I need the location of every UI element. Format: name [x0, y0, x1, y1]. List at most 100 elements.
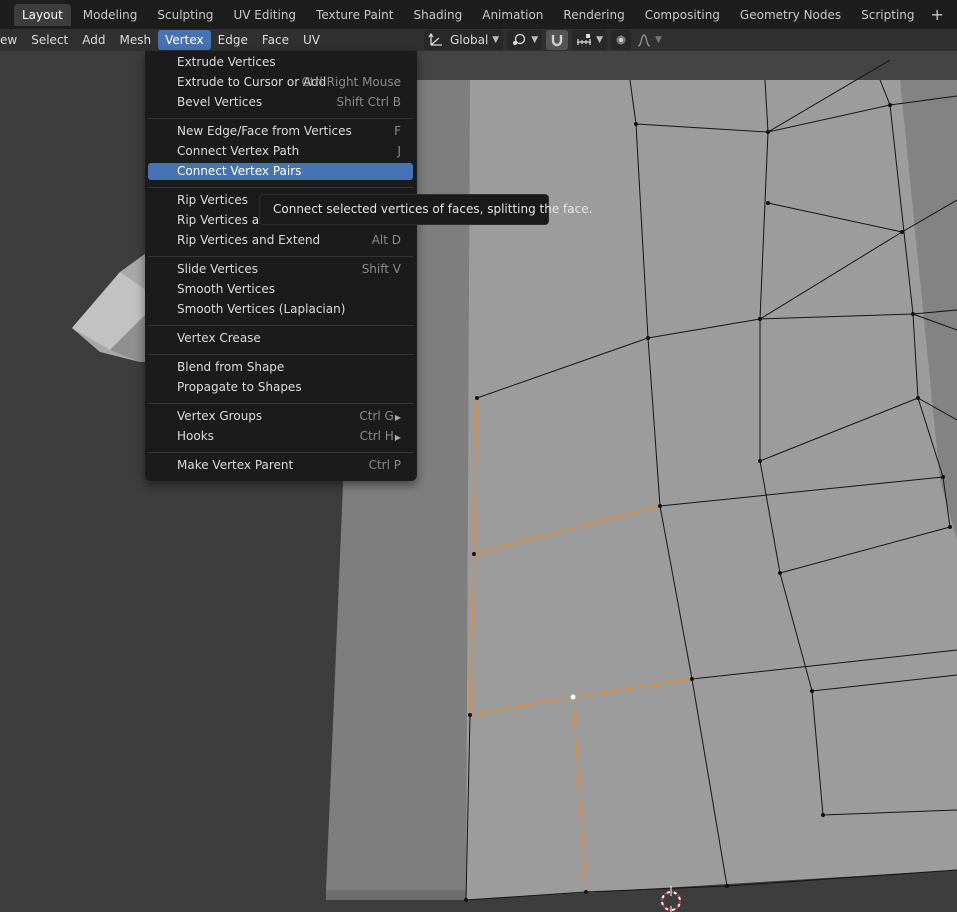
menu-item-label: Connect Vertex Pairs	[177, 164, 302, 178]
chevron-down-icon: ▼	[596, 35, 604, 45]
menu-item-blend-from-shape[interactable]: Blend from Shape	[148, 359, 413, 376]
tab-texture-paint[interactable]: Texture Paint	[308, 4, 401, 26]
menu-separator	[148, 403, 413, 404]
tooltip: Connect selected vertices of faces, spli…	[259, 194, 592, 225]
viewport-header: ew Select Add Mesh Vertex Edge Face UV G…	[0, 29, 957, 51]
menu-item-label: Smooth Vertices (Laplacian)	[177, 302, 346, 316]
menu-item-smooth-vertices-laplacian[interactable]: Smooth Vertices (Laplacian)	[148, 301, 413, 318]
menu-item-label: Slide Vertices	[177, 262, 258, 276]
menu-item-hooks[interactable]: Hooks Ctrl H▶	[148, 428, 413, 445]
menu-item-label: Smooth Vertices	[177, 282, 275, 296]
menu-item-new-edge-face-from-vertices[interactable]: New Edge/Face from Vertices F	[148, 123, 413, 140]
chevron-down-icon: ▼	[492, 35, 500, 45]
chevron-down-icon: ▼	[531, 35, 539, 45]
workspace-tab-bar: Layout Modeling Sculpting UV Editing Tex…	[0, 0, 957, 29]
mesh-canvas[interactable]	[0, 51, 957, 912]
tab-shading[interactable]: Shading	[405, 4, 470, 26]
proportional-editing-icon	[616, 35, 626, 45]
tab-geometry-nodes[interactable]: Geometry Nodes	[732, 4, 849, 26]
menu-vertex[interactable]: Vertex	[158, 30, 211, 50]
tab-uv-editing[interactable]: UV Editing	[225, 4, 304, 26]
menu-item-shortcut: Alt D	[372, 232, 401, 249]
falloff-curve-icon	[637, 34, 651, 47]
menu-item-vertex-crease[interactable]: Vertex Crease	[148, 330, 413, 347]
menu-item-shortcut: Shift Ctrl B	[337, 94, 402, 111]
menu-item-extrude-to-cursor-or-add[interactable]: Extrude to Cursor or Add Ctrl Right Mouse	[148, 74, 413, 91]
menu-item-label: Blend from Shape	[177, 360, 285, 374]
menu-separator	[148, 452, 413, 453]
menu-item-shortcut: Ctrl P	[369, 457, 401, 474]
active-vertex[interactable]	[570, 694, 576, 700]
menu-item-make-vertex-parent[interactable]: Make Vertex Parent Ctrl P	[148, 457, 413, 474]
tab-sculpting[interactable]: Sculpting	[149, 4, 221, 26]
menu-item-shortcut: Ctrl H▶	[360, 428, 401, 446]
menu-item-extrude-vertices[interactable]: Extrude Vertices	[148, 54, 413, 71]
tab-scripting[interactable]: Scripting	[853, 4, 922, 26]
shortcut-text: Ctrl G	[359, 409, 394, 423]
proportional-falloff-dropdown[interactable]: ▼	[633, 30, 666, 50]
menu-item-label: Hooks	[177, 429, 214, 443]
shortcut-text: J	[397, 144, 401, 158]
magnet-icon	[551, 35, 563, 47]
menu-item-slide-vertices[interactable]: Slide Vertices Shift V	[148, 261, 413, 278]
menu-item-rip-vertices-and-extend[interactable]: Rip Vertices and Extend Alt D	[148, 232, 413, 249]
menu-item-label: Connect Vertex Path	[177, 144, 300, 158]
transform-orientation-value: Global	[450, 33, 489, 47]
shortcut-text: Alt D	[371, 233, 401, 247]
chevron-down-icon: ▼	[655, 35, 662, 45]
vertex-menu: Extrude Vertices Extrude to Cursor or Add…	[145, 51, 417, 481]
menu-uv[interactable]: UV	[296, 30, 327, 50]
shortcut-text: Shift Ctrl B	[336, 95, 402, 109]
menu-face[interactable]: Face	[255, 30, 296, 50]
header-tools: Global ▼ ▼ ▼ ▼	[424, 30, 670, 50]
menu-item-label: Bevel Vertices	[177, 95, 263, 109]
menu-item-connect-vertex-path[interactable]: Connect Vertex Path J	[148, 143, 413, 160]
snap-toggle[interactable]	[546, 30, 569, 50]
menu-edge[interactable]: Edge	[211, 30, 255, 50]
menu-item-label: Vertex Crease	[177, 331, 261, 345]
menu-separator	[148, 354, 413, 355]
menu-item-shortcut: F	[394, 123, 401, 140]
menu-item-bevel-vertices[interactable]: Bevel Vertices Shift Ctrl B	[148, 94, 413, 111]
tab-compositing[interactable]: Compositing	[637, 4, 728, 26]
menu-item-connect-vertex-pairs[interactable]: Connect Vertex Pairs	[148, 163, 413, 180]
tab-layout[interactable]: Layout	[14, 3, 71, 26]
tab-animation[interactable]: Animation	[474, 4, 551, 26]
menu-item-label: Make Vertex Parent	[177, 458, 294, 472]
shortcut-text: Shift V	[361, 262, 401, 276]
menu-item-shortcut: Ctrl G▶	[359, 408, 401, 426]
shortcut-text: F	[394, 124, 401, 138]
menu-item-shortcut: Shift V	[362, 261, 401, 278]
menu-item-label: Propagate to Shapes	[177, 380, 302, 394]
pivot-point-dropdown[interactable]: ▼	[507, 30, 543, 50]
add-workspace-button[interactable]: +	[931, 5, 944, 24]
menu-add[interactable]: Add	[75, 30, 112, 50]
shortcut-text: Ctrl Right Mouse	[301, 75, 401, 89]
submenu-arrow-icon: ▶	[394, 433, 401, 442]
menu-item-label: Extrude Vertices	[177, 55, 276, 69]
menu-item-shortcut: J	[397, 143, 401, 160]
menu-separator	[148, 187, 413, 188]
submenu-arrow-icon: ▶	[394, 413, 401, 422]
menu-item-propagate-to-shapes[interactable]: Propagate to Shapes	[148, 379, 413, 396]
menu-item-label: Rip Vertices	[177, 193, 248, 207]
menu-item-shortcut: Ctrl Right Mouse	[301, 74, 401, 91]
menu-select[interactable]: Select	[24, 30, 75, 50]
menu-view[interactable]: ew	[0, 30, 24, 50]
tab-modeling[interactable]: Modeling	[75, 4, 146, 26]
menu-separator	[148, 118, 413, 119]
menu-separator	[148, 256, 413, 257]
proportional-editing-toggle[interactable]	[611, 30, 632, 50]
tab-rendering[interactable]: Rendering	[555, 4, 632, 26]
snap-target-dropdown[interactable]: ▼	[572, 30, 608, 50]
menu-separator	[148, 325, 413, 326]
menu-item-label: Rip Vertices and Extend	[177, 233, 321, 247]
menu-item-smooth-vertices[interactable]: Smooth Vertices	[148, 281, 413, 298]
transform-orientation-icon	[428, 33, 442, 46]
transform-orientation-dropdown[interactable]: Global ▼	[424, 30, 504, 50]
shortcut-text: Ctrl H	[359, 429, 394, 443]
menu-item-vertex-groups[interactable]: Vertex Groups Ctrl G▶	[148, 408, 413, 425]
menu-mesh[interactable]: Mesh	[112, 30, 158, 50]
shortcut-text: Ctrl P	[368, 458, 401, 472]
3d-viewport[interactable]	[0, 51, 957, 912]
